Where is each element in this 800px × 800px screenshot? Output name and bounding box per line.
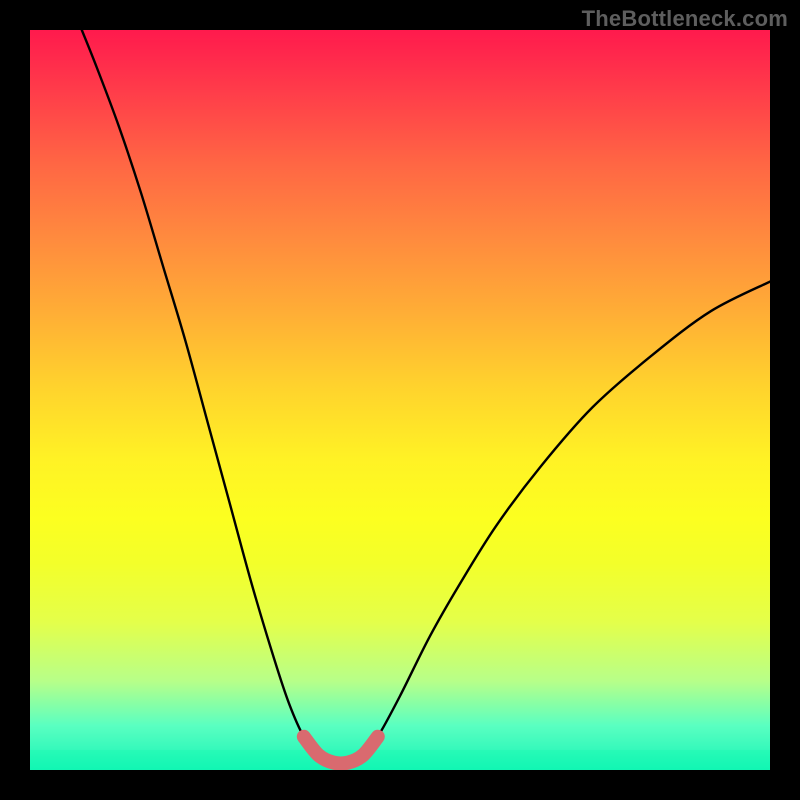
plot-area <box>30 30 770 770</box>
chart-svg <box>30 30 770 770</box>
chart-frame: TheBottleneck.com <box>0 0 800 800</box>
optimal-band <box>30 750 770 770</box>
bottleneck-curve <box>82 30 770 764</box>
watermark-text: TheBottleneck.com <box>582 6 788 32</box>
